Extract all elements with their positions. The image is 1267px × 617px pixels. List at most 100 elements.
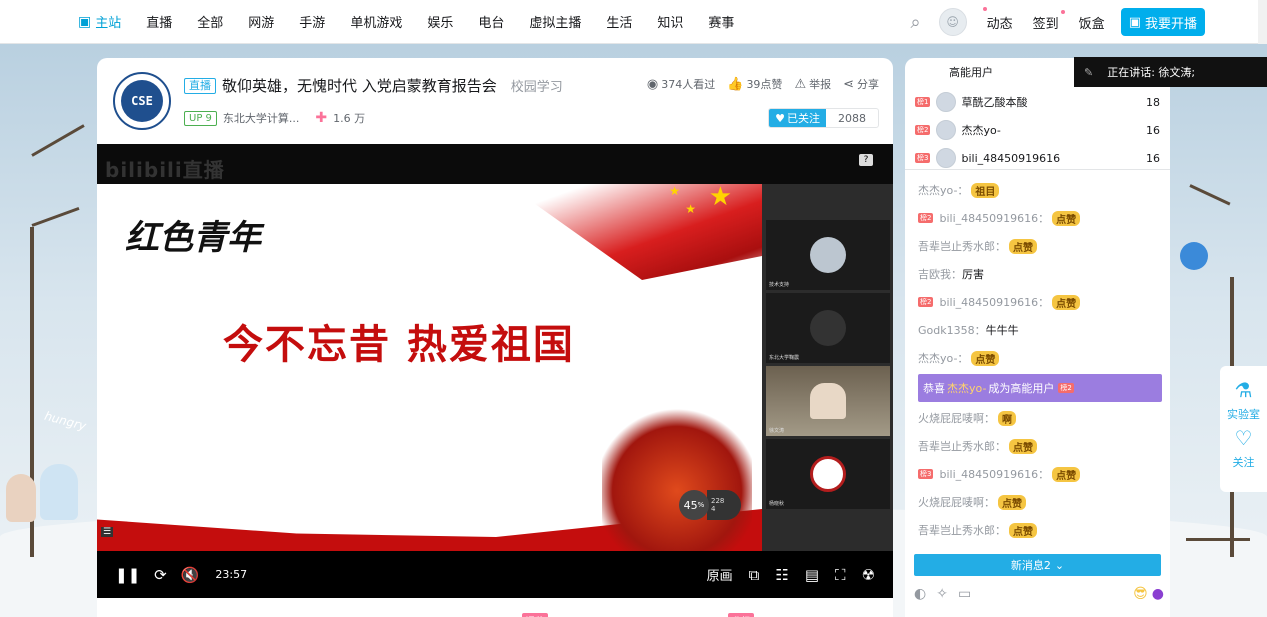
nav-item-vtuber[interactable]: 虚拟主播 <box>529 12 581 31</box>
danmaku-list[interactable]: 杰杰yo-：祖目 榜2 bili_48450919616：点赞 吾辈岂止秀水郎：点赞吉… <box>905 172 1170 552</box>
start-live-button[interactable]: ▣ 我要开播 <box>1120 8 1205 36</box>
message-text: 牛牛牛 <box>985 324 1019 337</box>
room-area-link[interactable]: 校园学习 <box>511 76 563 95</box>
nav-item-life[interactable]: 生活 <box>606 12 632 31</box>
rank-score: 16 <box>1146 151 1160 165</box>
rank-user-name: 草酰乙酸本酸 <box>961 96 1028 109</box>
follow-button[interactable]: ♥ 已关注 2088 <box>768 108 879 128</box>
emote-sticker: 点赞 <box>1052 210 1081 226</box>
nav-item-esports[interactable]: 赛事 <box>708 12 734 31</box>
pause-icon[interactable]: ❚❚ <box>115 566 140 584</box>
flask-icon[interactable]: ⚗ <box>1235 380 1253 400</box>
user-avatar[interactable]: ☺ <box>938 8 967 36</box>
message-user[interactable]: 吾辈岂止秀水郎 <box>918 238 995 254</box>
message-user[interactable]: Godk1358 <box>918 324 975 337</box>
lab-label[interactable]: 实验室 <box>1227 406 1260 422</box>
tab-high-energy-users[interactable]: 高能用户 <box>905 58 1037 86</box>
message-separator: ： <box>951 268 962 281</box>
up-name[interactable]: 东北大学计算... <box>223 110 300 126</box>
nav-home[interactable]: ▣ 主站 <box>78 12 121 32</box>
message-user[interactable]: 杰杰yo- <box>918 350 957 366</box>
emote-sticker: 啊 <box>998 410 1016 426</box>
message-user[interactable]: 吉欧我 <box>918 266 951 282</box>
danmaku-toggle-icon[interactable]: ☷ <box>775 566 788 584</box>
play-time: 23:57 <box>215 568 248 581</box>
chat-message[interactable]: 火烧屁屁唛啊：点赞 <box>918 488 1162 516</box>
rank-badge: 榜2 <box>918 297 934 307</box>
scrollbar[interactable] <box>1258 0 1267 44</box>
chat-message[interactable]: 榜2 bili_48450919616：点赞 <box>918 288 1162 316</box>
message-separator: ： <box>957 352 969 365</box>
video-player[interactable]: bilibili直播 ? ★ ★ ★ 红色青年 今不忘昔 热爱祖国 228 4 … <box>97 144 893 598</box>
rank-row[interactable]: 榜1 草酰乙酸本酸 18 <box>905 88 1170 116</box>
refresh-icon[interactable]: ⟳ <box>154 566 167 584</box>
notice-user[interactable]: 杰杰yo- <box>947 380 986 396</box>
nav-item-entertainment[interactable]: 娱乐 <box>427 12 453 31</box>
help-icon[interactable]: ? <box>859 154 873 166</box>
participant-tile: 杨晓秋 <box>766 439 890 509</box>
radiation-icon[interactable]: ☢ <box>862 566 875 584</box>
chat-message[interactable]: 榜3 bili_48450919616：点赞 <box>918 460 1162 488</box>
nav-item-single-games[interactable]: 单机游戏 <box>350 12 402 31</box>
palette-icon[interactable]: ◐ <box>914 586 926 602</box>
danmaku-list-icon[interactable]: ☰ <box>101 527 114 537</box>
chat-message[interactable]: 火烧屁屁唛啊：啊 <box>918 404 1162 432</box>
chat-message[interactable]: Godk1358：牛牛牛 <box>918 316 1162 344</box>
message-user[interactable]: 吾辈岂止秀水郎 <box>918 522 995 538</box>
nav-signin[interactable]: 签到 <box>1033 9 1065 32</box>
chat-message[interactable]: 吾辈岂止秀水郎：点赞 <box>918 432 1162 460</box>
nav-item-all[interactable]: 全部 <box>197 12 223 31</box>
quality-button[interactable]: 原画 <box>707 565 733 584</box>
pip-icon[interactable]: ⧉ <box>749 566 760 584</box>
chat-message[interactable]: 吉欧我：厉害 <box>918 260 1162 288</box>
chat-bubble-icon[interactable]: ● <box>1152 586 1164 602</box>
mute-icon[interactable]: 🔇 <box>181 566 200 584</box>
rank-row[interactable]: 榜2 杰杰yo- 16 <box>905 116 1170 144</box>
rank-badge: 榜2 <box>915 125 931 135</box>
live-tag: 直播 <box>184 77 216 94</box>
character-sprite <box>1180 242 1208 270</box>
message-user[interactable]: bili_48450919616 <box>939 296 1038 309</box>
nav-fanbox[interactable]: 饭盒 <box>1079 13 1105 32</box>
nav-item-knowledge[interactable]: 知识 <box>657 12 683 31</box>
nav-dynamics[interactable]: 动态 <box>982 6 1013 32</box>
gift-badge[interactable]: 爆奖 <box>522 613 548 617</box>
heart-outline-icon[interactable]: ♡ <box>1235 428 1253 448</box>
follow-label[interactable]: 关注 <box>1233 454 1255 470</box>
rank-score: 18 <box>1146 95 1160 109</box>
rank-row[interactable]: 榜3 bili_48450919616 16 <box>905 144 1170 172</box>
message-user[interactable]: 杰杰yo- <box>918 182 957 198</box>
nav-item-live[interactable]: 直播 <box>146 12 172 31</box>
cpu-meter: 45% <box>679 490 709 520</box>
fullscreen-icon[interactable]: ⛶ <box>835 566 846 584</box>
message-user[interactable]: bili_48450919616 <box>939 212 1038 225</box>
up-avatar[interactable]: CSE <box>113 72 171 130</box>
emoji-icon[interactable]: 😎 <box>1133 586 1148 602</box>
message-user[interactable]: 火烧屁屁唛啊 <box>918 494 984 510</box>
nav-item-mobile-games[interactable]: 手游 <box>299 12 325 31</box>
message-user[interactable]: 火烧屁屁唛啊 <box>918 410 984 426</box>
like-button[interactable]: 👍 39点赞 <box>727 76 782 92</box>
share-button[interactable]: ⋖ 分享 <box>843 76 879 92</box>
gift-icon: ✚ <box>315 110 328 126</box>
search-icon[interactable]: ⌕ <box>911 12 921 33</box>
nav-item-online-games[interactable]: 网游 <box>248 12 274 31</box>
new-messages-button[interactable]: 新消息2 ⌄ <box>914 554 1161 576</box>
nav-item-radio[interactable]: 电台 <box>478 12 504 31</box>
template-icon[interactable]: ▭ <box>958 586 971 602</box>
message-separator: ： <box>974 324 986 337</box>
chat-message[interactable]: 榜2 bili_48450919616：点赞 <box>918 204 1162 232</box>
chat-message[interactable]: 吾辈岂止秀水郎：点赞 <box>918 232 1162 260</box>
message-user[interactable]: 吾辈岂止秀水郎 <box>918 438 995 454</box>
rank-user-name: bili_48450919616 <box>961 151 1061 165</box>
emote-sticker: 点赞 <box>1052 466 1081 482</box>
chevron-down-icon: ⌄ <box>1054 558 1065 572</box>
chat-message[interactable]: 杰杰yo-：点赞 <box>918 344 1162 372</box>
gift-box-icon[interactable]: ✧ <box>936 586 948 602</box>
chat-message[interactable]: 吾辈岂止秀水郎：点赞 <box>918 516 1162 544</box>
message-user[interactable]: bili_48450919616 <box>939 468 1038 481</box>
report-button[interactable]: ⚠ 举报 <box>794 76 831 92</box>
chat-message[interactable]: 杰杰yo-：祖目 <box>918 176 1162 204</box>
danmaku-settings-icon[interactable]: ▤ <box>805 566 819 584</box>
gift-badge[interactable]: 升级 <box>728 613 754 617</box>
